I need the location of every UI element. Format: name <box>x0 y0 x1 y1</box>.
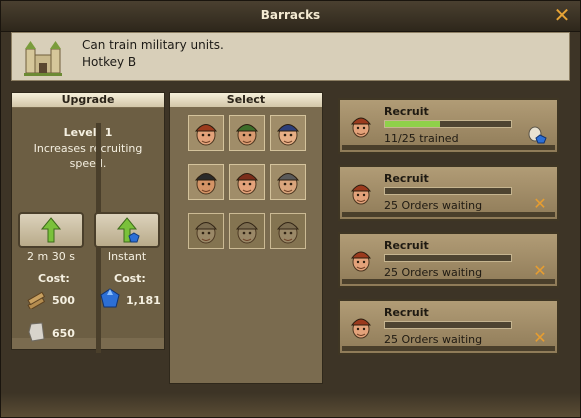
window-title: Barracks <box>260 8 321 22</box>
cancel-icon[interactable]: ✕ <box>533 330 547 346</box>
stone-cost: 650 <box>52 327 75 340</box>
upgrade-effect-line2: speed. <box>69 157 107 170</box>
recruit-progress-bar <box>384 321 512 329</box>
unit-archer-icon[interactable] <box>229 115 265 151</box>
recruit-queue-item: Recruit 11/25 trained <box>338 98 559 154</box>
recruit-footer-bar <box>342 145 555 150</box>
recruit-status: 25 Orders waiting <box>384 333 483 346</box>
recruit-title: Recruit <box>384 172 429 185</box>
recruit-avatar-icon <box>348 246 374 274</box>
wood-cost: 500 <box>52 294 75 307</box>
unit-spearman-icon[interactable] <box>188 115 224 151</box>
arrow-up-icon <box>41 217 61 243</box>
recruit-progress-bar <box>384 187 512 195</box>
recruit-queue-item: Recruit 25 Orders waiting ✕ <box>338 299 559 355</box>
cancel-icon[interactable]: ✕ <box>533 196 547 212</box>
unit-rogue-icon[interactable] <box>188 164 224 200</box>
recruit-footer-bar <box>342 212 555 217</box>
unit-knight-icon[interactable] <box>270 164 306 200</box>
unit-locked-2-icon <box>229 213 265 249</box>
arrow-up-gem-icon <box>117 217 140 243</box>
unit-crossbowman-icon[interactable] <box>270 115 306 151</box>
recruit-queue-item: Recruit 25 Orders waiting ✕ <box>338 232 559 288</box>
unit-locked-3-icon <box>270 213 306 249</box>
upgrade-timed-label: 2 m 30 s <box>27 250 75 263</box>
recruit-avatar-icon <box>348 313 374 341</box>
recruit-avatar-icon <box>348 179 374 207</box>
recruit-progress-bar <box>384 254 512 262</box>
recruit-status: 25 Orders waiting <box>384 199 483 212</box>
bottom-strip <box>1 393 580 417</box>
recruit-progress-bar <box>384 120 512 128</box>
stone-icon <box>28 322 45 342</box>
recruit-title: Recruit <box>384 306 429 319</box>
cost-label-right: Cost: <box>114 272 146 285</box>
building-hotkey: Hotkey B <box>82 55 137 69</box>
recruit-footer-bar <box>342 346 555 351</box>
building-info: Can train military units. Hotkey B <box>11 32 570 81</box>
select-header: Select <box>170 93 322 107</box>
upgrade-header: Upgrade <box>12 93 164 107</box>
recruit-title: Recruit <box>384 105 429 118</box>
recruit-status: 25 Orders waiting <box>384 266 483 279</box>
building-description: Can train military units. <box>82 38 224 52</box>
gem-cost: 1,181 <box>126 294 161 307</box>
upgrade-instant-button[interactable] <box>94 212 160 248</box>
cancel-icon[interactable]: ✕ <box>533 263 547 279</box>
speedup-gem-icon[interactable] <box>527 126 547 144</box>
recruit-progress-fill <box>385 121 441 127</box>
recruit-queue-item: Recruit 25 Orders waiting ✕ <box>338 165 559 221</box>
barracks-window: Barracks ✕ Can train military units. Hot… <box>0 0 581 418</box>
upgrade-body: Level: 1 Increases recruiting speed. 2 m… <box>12 108 164 353</box>
recruit-title: Recruit <box>384 239 429 252</box>
upgrade-timed-button[interactable] <box>18 212 84 248</box>
gem-icon <box>100 288 120 308</box>
upgrade-panel: Upgrade Level: 1 Increases recruiting sp… <box>11 92 165 353</box>
recruit-status: 11/25 trained <box>384 132 459 145</box>
unit-locked-1-icon <box>188 213 224 249</box>
recruit-avatar-icon <box>348 112 374 140</box>
recruit-footer-bar <box>342 279 555 284</box>
cost-label-left: Cost: <box>38 272 70 285</box>
upgrade-effect-line1: Increases recruiting <box>33 142 143 155</box>
upgrade-instant-label: Instant <box>107 250 147 263</box>
barracks-building-icon <box>24 41 62 76</box>
upgrade-level: Level: 1 <box>63 126 113 139</box>
select-panel: Select <box>169 92 323 384</box>
wood-icon <box>27 291 46 309</box>
close-icon[interactable]: ✕ <box>552 5 572 25</box>
unit-swordsman-icon[interactable] <box>229 164 265 200</box>
title-bar: Barracks ✕ <box>1 1 580 32</box>
